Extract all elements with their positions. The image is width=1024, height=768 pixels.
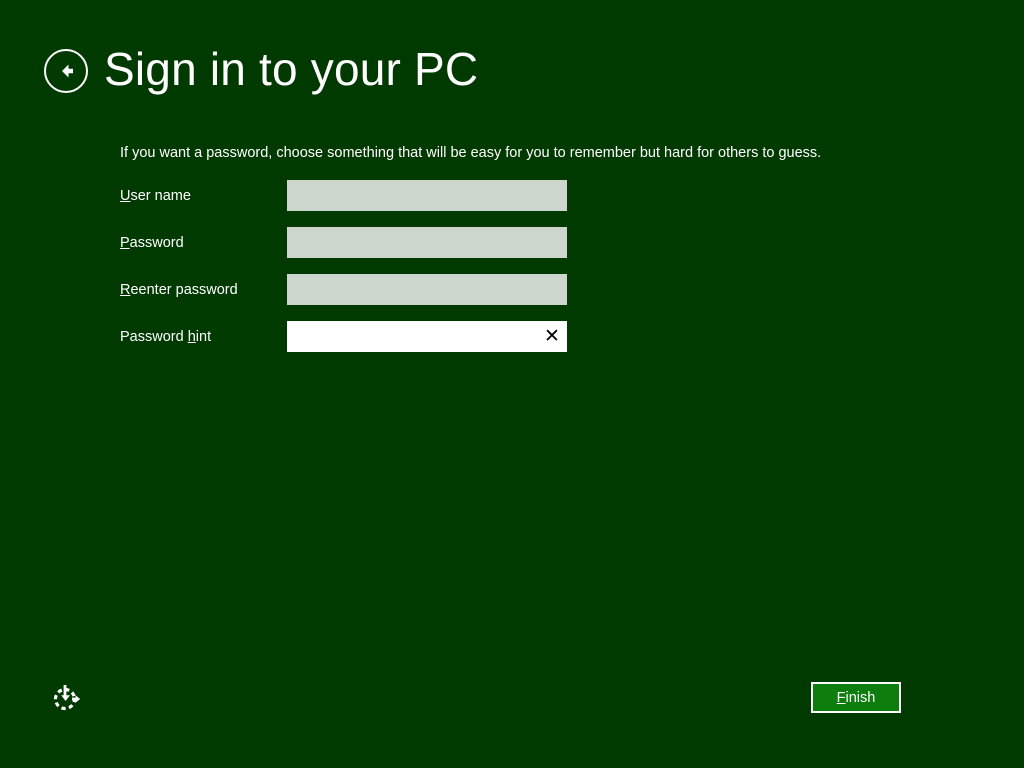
reenter-password-label: Reenter password — [120, 282, 287, 298]
clear-icon[interactable]: ✕ — [537, 321, 567, 352]
signin-form: User name Password Reenter password Pass… — [120, 180, 570, 368]
password-field-wrap — [287, 227, 567, 258]
page-subtitle: If you want a password, choose something… — [120, 144, 821, 162]
form-row: Password hint ✕ — [120, 321, 570, 352]
finish-button-label: Finish — [837, 690, 876, 706]
password-hint-input[interactable] — [287, 321, 567, 352]
form-row: Password — [120, 227, 570, 258]
back-button[interactable] — [44, 49, 88, 93]
form-row: Reenter password — [120, 274, 570, 305]
password-hint-label: Password hint — [120, 329, 287, 345]
reenter-password-field-wrap — [287, 274, 567, 305]
password-label: Password — [120, 235, 287, 251]
back-arrow-icon — [54, 59, 78, 83]
password-input[interactable] — [287, 227, 567, 258]
page-title: Sign in to your PC — [104, 46, 478, 96]
user-name-input[interactable] — [287, 180, 567, 211]
user-name-field-wrap — [287, 180, 567, 211]
reenter-password-input[interactable] — [287, 274, 567, 305]
password-hint-field-wrap: ✕ — [287, 321, 567, 352]
page-header: Sign in to your PC — [44, 46, 478, 96]
user-name-label: User name — [120, 188, 287, 204]
ease-of-access-icon — [50, 681, 82, 713]
form-row: User name — [120, 180, 570, 211]
finish-button[interactable]: Finish — [811, 682, 901, 713]
ease-of-access-button[interactable] — [50, 681, 82, 713]
